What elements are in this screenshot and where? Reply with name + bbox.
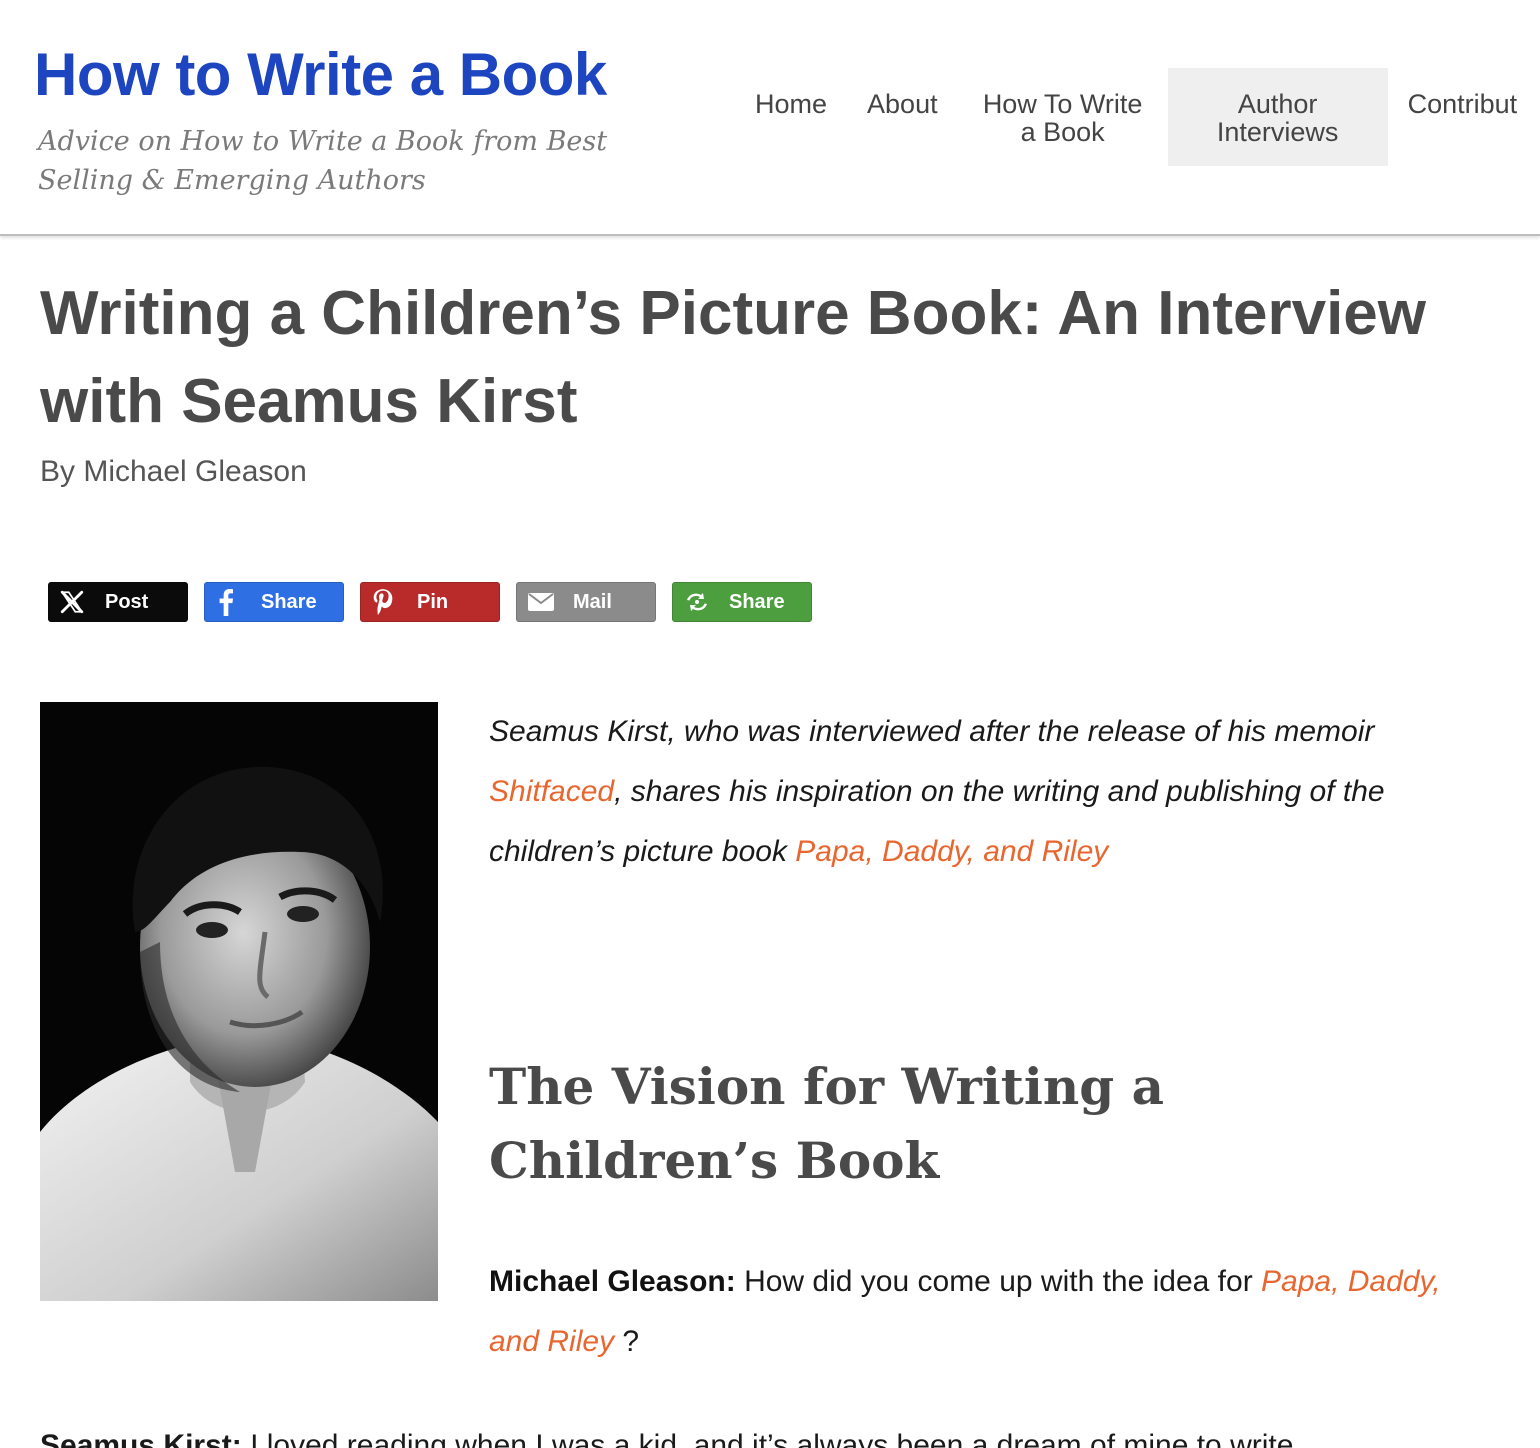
main-nav: Home About How To Write a Book Author In… xyxy=(735,68,1540,166)
answer-speaker: Seamus Kirst: xyxy=(40,1429,242,1448)
intro-text-1: Seamus Kirst, who was interviewed after … xyxy=(489,715,1375,748)
papa-daddy-riley-link[interactable]: Papa, Daddy, and Riley xyxy=(795,835,1108,868)
share-mail-button[interactable]: Mail xyxy=(516,582,656,622)
nav-item-author-interviews[interactable]: Author Interviews xyxy=(1167,68,1388,166)
qa-question: Michael Gleason: How did you come up wit… xyxy=(489,1252,1479,1372)
share-more-label: Share xyxy=(729,590,785,613)
site-header: How to Write a Book Advice on How to Wri… xyxy=(0,0,1540,236)
byline: By Michael Gleason xyxy=(40,455,307,488)
nav-item-contribute[interactable]: Contribut xyxy=(1388,68,1538,166)
share-x-button[interactable]: Post xyxy=(48,582,188,622)
article-title: Writing a Children’s Picture Book: An In… xyxy=(40,279,1427,436)
mail-icon xyxy=(527,587,563,617)
share-more-button[interactable]: Share xyxy=(672,582,812,622)
nav-item-about[interactable]: About xyxy=(847,68,958,166)
qa-speaker: Michael Gleason: xyxy=(489,1265,736,1298)
pinterest-icon xyxy=(371,587,407,617)
qa-text: How did you come up with the idea for xyxy=(735,1265,1262,1298)
answer-text: I loved reading when I was a kid, and it… xyxy=(241,1429,1294,1448)
site-title[interactable]: How to Write a Book xyxy=(34,40,607,109)
share-mail-label: Mail xyxy=(573,590,612,613)
intro-paragraph: Seamus Kirst, who was interviewed after … xyxy=(489,702,1479,882)
share-facebook-label: Share xyxy=(261,590,317,613)
site-tagline: Advice on How to Write a Book from Best … xyxy=(38,126,608,196)
author-photo xyxy=(40,702,438,1301)
more-share-icon xyxy=(683,587,719,617)
nav-item-home[interactable]: Home xyxy=(735,68,847,166)
share-bar: Post Share Pin Mail Share xyxy=(48,582,812,622)
qa-end: ? xyxy=(614,1325,640,1358)
section-heading: The Vision for Writing a Children’s Book xyxy=(489,1057,1164,1190)
answer-paragraph: Seamus Kirst: I loved reading when I was… xyxy=(40,1426,1500,1448)
share-pinterest-button[interactable]: Pin xyxy=(360,582,500,622)
nav-item-how-to-write[interactable]: How To Write a Book xyxy=(958,68,1168,166)
shitfaced-link[interactable]: Shitfaced xyxy=(489,775,614,808)
share-x-label: Post xyxy=(105,590,149,613)
share-pinterest-label: Pin xyxy=(417,590,449,613)
x-icon xyxy=(59,587,95,617)
facebook-icon xyxy=(215,587,251,617)
share-facebook-button[interactable]: Share xyxy=(204,582,344,622)
